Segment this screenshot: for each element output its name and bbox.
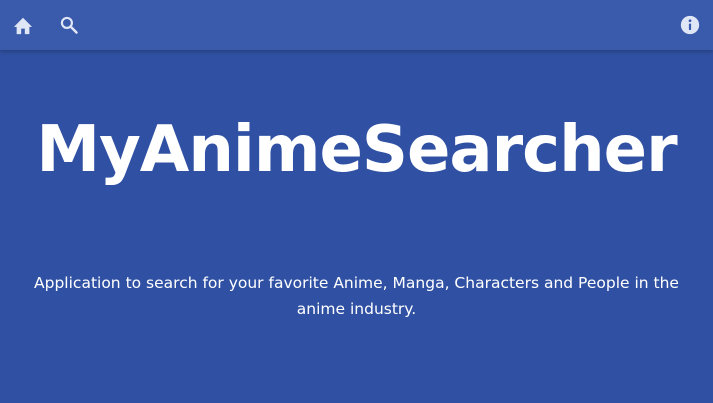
app-tagline: Application to search for your favorite … [34,274,679,318]
search-icon [59,15,79,35]
search-button[interactable] [54,10,84,40]
home-button[interactable] [8,10,38,40]
home-icon [12,15,34,35]
top-toolbar [0,0,713,50]
info-icon [679,14,701,36]
hero-section: MyAnimeSearcher Application to search fo… [0,50,713,403]
app-logo: MyAnimeSearcher [36,113,677,187]
info-button[interactable] [675,10,705,40]
